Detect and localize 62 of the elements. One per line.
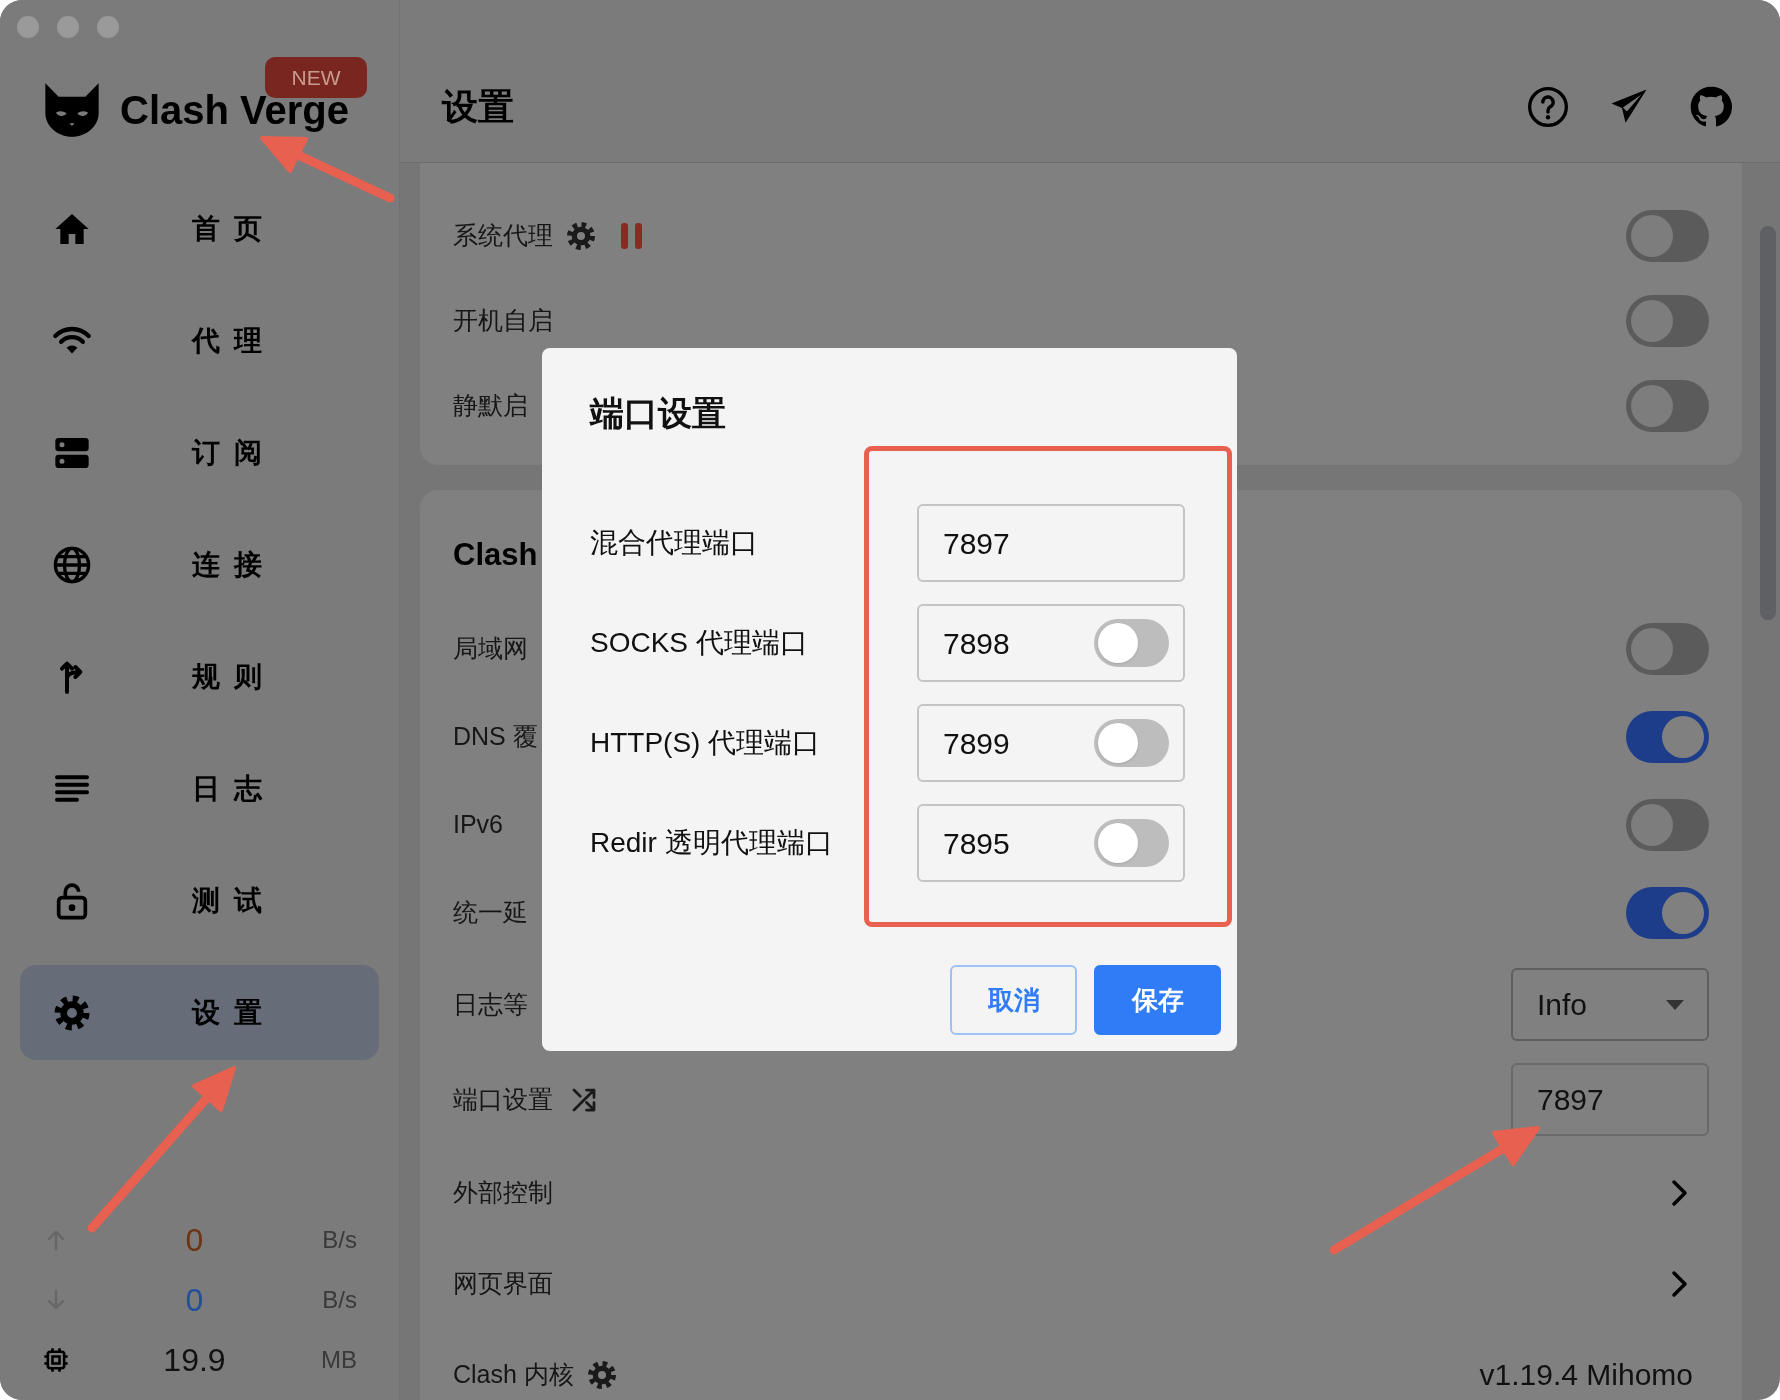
page-title: 设置 xyxy=(442,85,514,129)
toggle-switch[interactable] xyxy=(1626,379,1709,432)
setting-label: IPv6 xyxy=(453,809,504,841)
port-label: Redir 透明代理端口 xyxy=(590,826,834,860)
stat-unit: MB xyxy=(320,1345,357,1375)
setting-label: 系统代理 xyxy=(453,219,553,251)
toggle-switch[interactable] xyxy=(1626,294,1709,347)
globe-icon xyxy=(52,544,92,585)
setting-label: 开机自启 xyxy=(453,304,553,336)
toggle-switch[interactable] xyxy=(1626,799,1709,851)
port-field[interactable]: 7898 xyxy=(917,604,1185,682)
toggle-switch[interactable] xyxy=(1626,711,1709,763)
port-label: HTTP(S) 代理端口 xyxy=(590,726,822,760)
version-text: v1.19.4 Mihomo xyxy=(1479,1357,1694,1393)
window-control[interactable] xyxy=(97,16,119,38)
nav-item[interactable]: 首页 xyxy=(20,181,379,276)
help-icon[interactable] xyxy=(1526,85,1570,129)
nav-item[interactable]: 连接 xyxy=(20,517,379,612)
toggle-switch[interactable] xyxy=(1094,619,1169,667)
nav-item[interactable]: 日志 xyxy=(20,741,379,836)
port-field[interactable]: 7895 xyxy=(917,804,1185,882)
scrollbar[interactable] xyxy=(1760,226,1776,620)
log-level-select[interactable]: Info xyxy=(1511,968,1709,1041)
nav-item[interactable]: 设置 xyxy=(20,965,379,1060)
nav-item[interactable]: 规则 xyxy=(20,629,379,724)
port-field[interactable]: 7897 xyxy=(917,504,1185,582)
cancel-button[interactable]: 取消 xyxy=(950,965,1077,1035)
caret-icon xyxy=(1665,998,1685,1011)
toggle-switch[interactable] xyxy=(1626,623,1709,675)
save-button[interactable]: 保存 xyxy=(1094,965,1221,1035)
stat-unit: B/s xyxy=(321,1285,357,1315)
settings-icon[interactable] xyxy=(565,219,597,252)
port-field[interactable]: 7899 xyxy=(917,704,1185,782)
setting-label: 局域网 xyxy=(453,633,528,665)
setting-label: 静默启 xyxy=(453,389,528,421)
nav-item[interactable]: 测试 xyxy=(20,853,379,948)
nav-item[interactable]: 代理 xyxy=(20,293,379,388)
nav-item[interactable]: 订阅 xyxy=(20,405,379,500)
port-label: 混合代理端口 xyxy=(590,526,759,560)
toggle-switch[interactable] xyxy=(1626,887,1709,939)
stat-value: 19.9 xyxy=(162,1341,227,1380)
setting-label: Clash 内核 xyxy=(453,1358,574,1390)
setting-label: DNS 覆 xyxy=(453,721,538,753)
settings-icon[interactable] xyxy=(585,1358,618,1391)
toggle-switch[interactable] xyxy=(1626,209,1709,262)
stat-unit: B/s xyxy=(321,1225,357,1255)
setting-label: 端口设置 xyxy=(453,1083,553,1115)
setting-label: 统一延 xyxy=(453,897,528,929)
chip-icon xyxy=(42,1346,70,1374)
toggle-switch[interactable] xyxy=(1094,819,1169,867)
window-control[interactable] xyxy=(57,16,79,38)
window-control[interactable] xyxy=(17,16,39,38)
stat-value: 0 xyxy=(184,1221,205,1260)
setting-label: 日志等 xyxy=(453,988,528,1020)
setting-label: 外部控制 xyxy=(453,1176,553,1208)
toggle-switch[interactable] xyxy=(1094,719,1169,767)
setting-label: 网页界面 xyxy=(453,1267,553,1299)
port-label: SOCKS 代理端口 xyxy=(590,626,809,660)
new-badge: NEW xyxy=(265,57,367,98)
stat-value: 0 xyxy=(184,1281,205,1320)
section-title: Clash xyxy=(453,535,538,574)
dialog-title: 端口设置 xyxy=(590,393,727,434)
